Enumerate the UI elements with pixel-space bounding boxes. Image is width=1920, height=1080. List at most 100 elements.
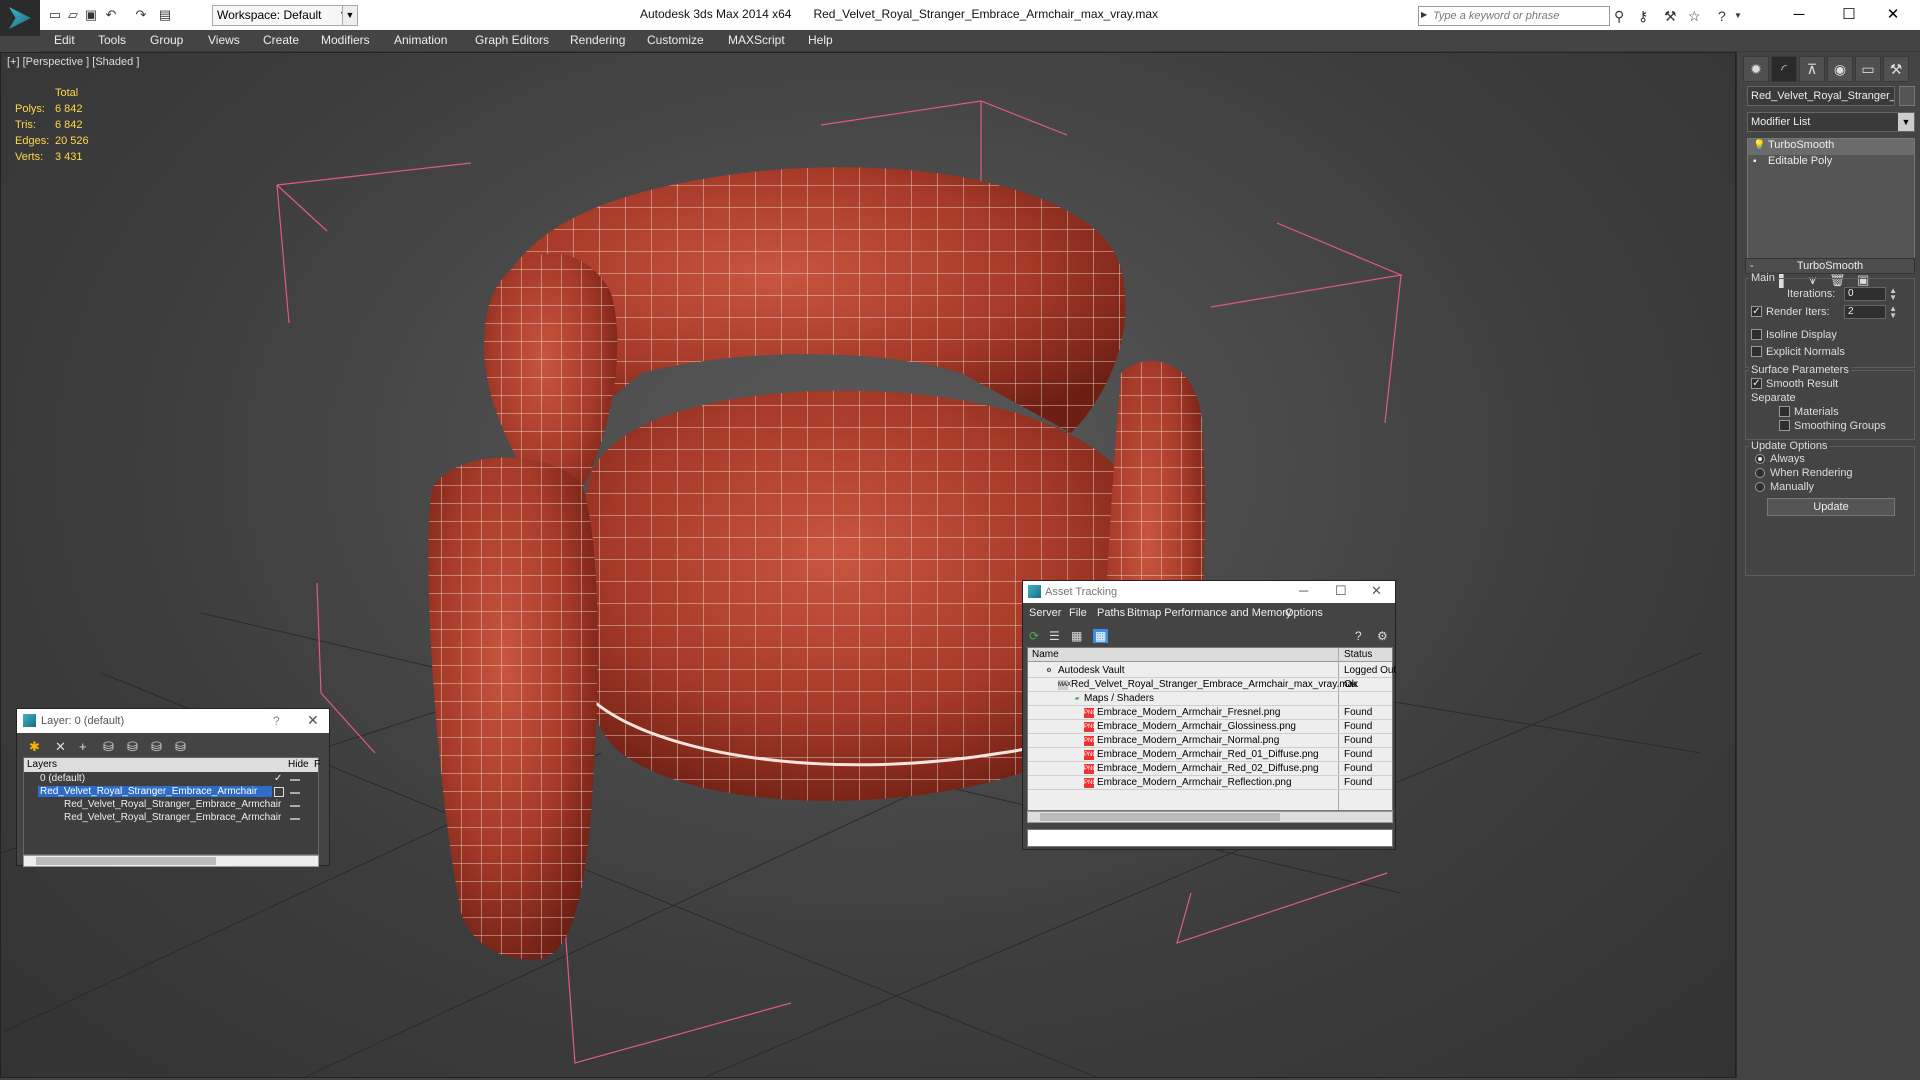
table-row[interactable]: PNG Embrace_Modern_Armchair_Glossiness.pn… — [1028, 720, 1392, 734]
menu-graph-editors[interactable]: Graph Editors — [475, 33, 549, 47]
table-row[interactable]: PNG Embrace_Modern_Armchair_Red_01_Diffus… — [1028, 748, 1392, 762]
chevron-down-icon[interactable]: ▼ — [1734, 11, 1742, 20]
col-hide[interactable]: Hide — [288, 759, 309, 770]
menu-help[interactable]: Help — [808, 33, 833, 47]
modify-tab-icon[interactable]: ◜ — [1771, 56, 1797, 82]
menu-create[interactable]: Create — [263, 33, 299, 47]
lightbulb-icon[interactable]: 💡 — [1753, 141, 1765, 151]
asset-menu-options[interactable]: Options — [1285, 607, 1323, 619]
materials-checkbox[interactable] — [1779, 406, 1790, 417]
workspace-menu-button[interactable]: ▼ — [342, 5, 358, 26]
close-icon[interactable]: ✕ — [307, 712, 319, 729]
col-status[interactable]: Status — [1344, 649, 1372, 660]
object-color-swatch[interactable] — [1899, 86, 1915, 106]
render-iters-spinner[interactable]: 2 ▲ ▼ — [1844, 305, 1897, 320]
stack-item-editable-poly[interactable]: ▪ Editable Poly — [1748, 155, 1914, 171]
workspace-dropdown[interactable]: Workspace: Default ▼ — [212, 5, 352, 26]
display-tab-icon[interactable]: ▭ — [1855, 56, 1881, 82]
table-row[interactable]: ▰ Maps / Shaders — [1028, 692, 1392, 706]
menu-customize[interactable]: Customize — [647, 33, 704, 47]
close-button[interactable]: ✕ — [1870, 4, 1916, 26]
freeze-all-icon[interactable]: ⛁ — [175, 739, 186, 755]
render-iters-checkbox[interactable]: ✓ — [1751, 306, 1762, 317]
layer-window-titlebar[interactable]: Layer: 0 (default) ? ✕ — [17, 709, 329, 733]
help-icon[interactable]: ? — [1718, 8, 1726, 24]
object-name-field[interactable]: Red_Velvet_Royal_Stranger_ — [1747, 86, 1895, 106]
settings-icon[interactable]: ⚙ — [1377, 629, 1388, 643]
viewport-label[interactable]: [+] [Perspective ] [Shaded ] — [7, 56, 139, 68]
tools-icon[interactable]: ⚒ — [1664, 8, 1677, 25]
asset-menu-file[interactable]: File — [1069, 607, 1087, 619]
table-row[interactable]: PNG Embrace_Modern_Armchair_Red_02_Diffus… — [1028, 762, 1392, 776]
layer-row[interactable]: Red_Velvet_Royal_Stranger_Embrace_Armcha… — [24, 799, 318, 812]
project-folder-icon[interactable]: ▤ — [158, 8, 172, 22]
asset-horizontal-scrollbar[interactable] — [1027, 811, 1393, 823]
explicit-normals-checkbox[interactable] — [1751, 346, 1762, 357]
always-radio[interactable] — [1755, 454, 1765, 464]
thumbnail-view-icon[interactable]: ▦ — [1071, 629, 1082, 643]
col-name[interactable]: Name — [1032, 649, 1059, 660]
smooth-result-checkbox[interactable]: ✓ — [1751, 378, 1762, 389]
modifier-list-dropdown[interactable]: Modifier List ▼ — [1747, 112, 1915, 132]
table-row[interactable]: ⚙ Autodesk Vault Logged Out — [1028, 664, 1396, 678]
undo-icon[interactable]: ↶ — [104, 8, 118, 22]
app-logo-button[interactable] — [0, 0, 40, 36]
refresh-icon[interactable]: ⟳ — [1029, 629, 1039, 643]
menu-edit[interactable]: Edit — [54, 33, 75, 47]
maximize-button[interactable]: ☐ — [1335, 583, 1347, 599]
close-button[interactable]: ✕ — [1371, 583, 1382, 599]
perspective-viewport[interactable]: [+] [Perspective ] [Shaded ] Total Polys… — [0, 52, 1736, 1078]
minimize-button[interactable]: ─ — [1776, 4, 1822, 26]
create-layer-icon[interactable]: ✱ — [29, 739, 40, 755]
col-layers[interactable]: Layers — [27, 759, 57, 770]
isoline-display-checkbox[interactable] — [1751, 329, 1762, 340]
add-to-layer-icon[interactable]: + — [79, 739, 87, 754]
layer-row[interactable]: 0 (default) ✓ — [24, 773, 318, 786]
motion-tab-icon[interactable]: ◉ — [1827, 56, 1853, 82]
asset-menu-bitmap[interactable]: Bitmap Performance and Memory — [1127, 607, 1291, 619]
when-rendering-radio[interactable] — [1755, 468, 1765, 478]
menu-modifiers[interactable]: Modifiers — [321, 33, 370, 47]
star-icon[interactable]: ☆ — [1688, 8, 1701, 25]
layer-row[interactable]: Red_Velvet_Royal_Stranger_Embrace_Armcha… — [24, 812, 318, 825]
create-tab-icon[interactable]: ✹ — [1743, 56, 1769, 82]
list-view-icon[interactable]: ☰ — [1049, 629, 1060, 643]
binoculars-icon[interactable]: ⚲ — [1614, 8, 1624, 25]
asset-menu-paths[interactable]: Paths — [1097, 607, 1125, 619]
layer-horizontal-scrollbar[interactable] — [23, 855, 319, 867]
hide-all-icon[interactable]: ⛁ — [151, 739, 162, 755]
asset-path-input[interactable] — [1027, 829, 1393, 847]
stack-item-turbosmooth[interactable]: 💡 TurboSmooth — [1748, 139, 1914, 155]
menu-views[interactable]: Views — [208, 33, 240, 47]
maximize-button[interactable]: ☐ — [1826, 4, 1872, 26]
search-input[interactable]: Type a keyword or phrase — [1418, 6, 1610, 26]
table-row[interactable]: PNG Embrace_Modern_Armchair_Normal.png Fou… — [1028, 734, 1392, 748]
current-layer-box-icon[interactable] — [274, 787, 284, 797]
delete-layer-icon[interactable]: ✕ — [55, 739, 66, 755]
utilities-tab-icon[interactable]: ⚒ — [1883, 56, 1909, 82]
expand-arrow-icon[interactable]: ▶ — [1421, 10, 1427, 19]
menu-group[interactable]: Group — [150, 33, 183, 47]
col-freeze[interactable]: F — [314, 759, 320, 770]
layer-row[interactable]: Red_Velvet_Royal_Stranger_Embrace_Armcha… — [24, 786, 318, 799]
minimize-button[interactable]: ─ — [1299, 583, 1308, 598]
help-icon[interactable]: ? — [273, 714, 280, 728]
asset-menu-server[interactable]: Server — [1029, 607, 1061, 619]
smoothing-groups-checkbox[interactable] — [1779, 420, 1790, 431]
table-view-icon[interactable]: ▦ — [1093, 629, 1109, 643]
select-objects-icon[interactable]: ⛁ — [103, 739, 114, 755]
menu-rendering[interactable]: Rendering — [570, 33, 625, 47]
hierarchy-tab-icon[interactable]: ⊼ — [1799, 56, 1825, 82]
asset-window-titlebar[interactable]: Asset Tracking ─ ☐ ✕ — [1023, 581, 1395, 603]
help-icon[interactable]: ? — [1355, 629, 1362, 643]
manually-radio[interactable] — [1755, 482, 1765, 492]
menu-maxscript[interactable]: MAXScript — [728, 33, 785, 47]
save-file-icon[interactable]: ▣ — [84, 8, 98, 22]
table-row[interactable]: PNG Embrace_Modern_Armchair_Reflection.pn… — [1028, 776, 1392, 790]
menu-animation[interactable]: Animation — [394, 33, 447, 47]
open-file-icon[interactable]: ▱ — [66, 8, 80, 22]
iterations-spinner[interactable]: 0 ▲ ▼ — [1844, 287, 1897, 302]
update-button[interactable]: Update — [1767, 498, 1895, 516]
menu-tools[interactable]: Tools — [98, 33, 126, 47]
expand-square-icon[interactable]: ▪ — [1753, 157, 1762, 167]
